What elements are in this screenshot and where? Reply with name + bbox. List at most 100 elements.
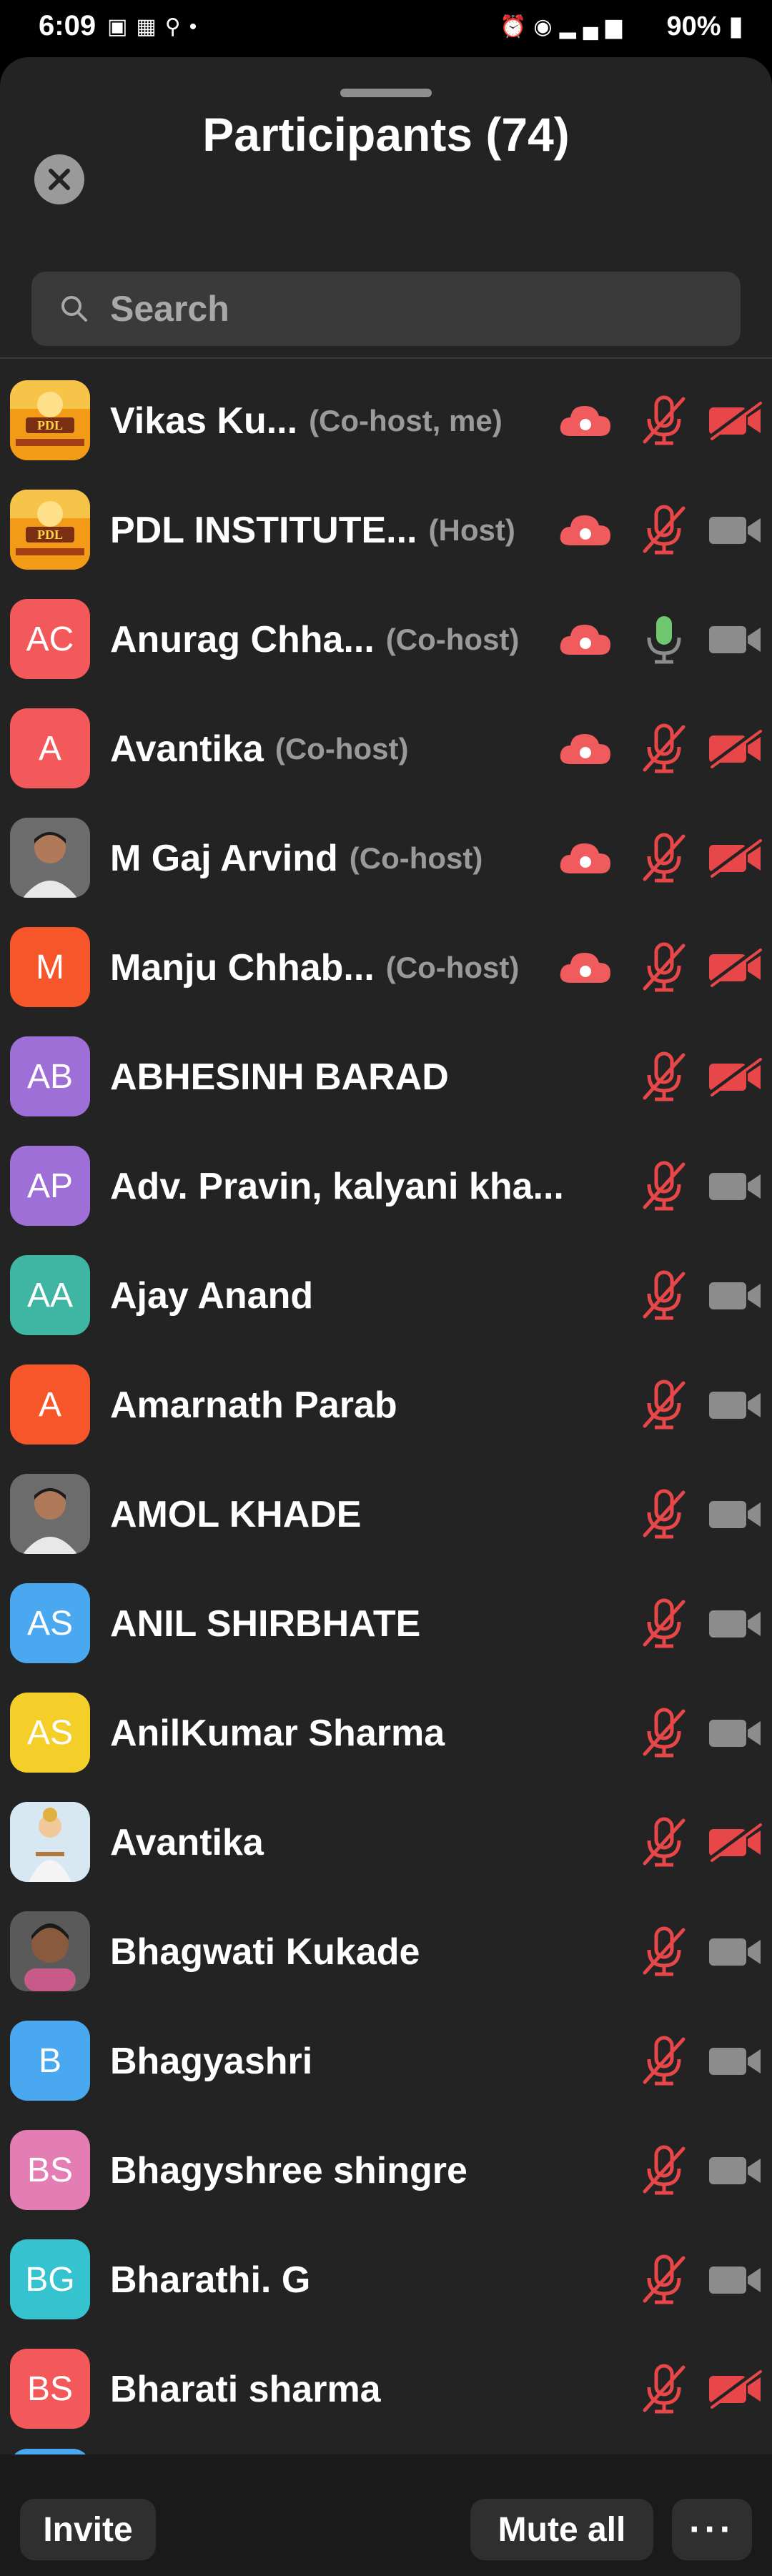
invite-button[interactable]: Invite <box>20 2499 156 2560</box>
participant-name: Anurag Chha... <box>110 618 375 660</box>
list-item[interactable]: PDL Vikas Ku... (Co-host, me) <box>0 366 772 475</box>
mic-muted-icon[interactable] <box>640 723 688 774</box>
list-item[interactable]: A Avantika (Co-host) <box>0 694 772 803</box>
video-off-icon[interactable] <box>706 836 763 879</box>
list-item[interactable]: AS AnilKumar Sharma <box>0 1678 772 1788</box>
mic-muted-icon[interactable] <box>640 2254 688 2305</box>
page-title: Participants (74) <box>202 108 570 161</box>
mic-muted-icon[interactable] <box>640 1160 688 1212</box>
list-item[interactable]: AA Ajay Anand <box>0 1241 772 1350</box>
avatar: AB <box>10 1036 90 1116</box>
search-bar[interactable] <box>31 272 741 346</box>
mic-muted-icon[interactable] <box>640 395 688 446</box>
mic-muted-icon[interactable] <box>640 1488 688 1540</box>
more-options-button[interactable]: ··· <box>672 2499 752 2560</box>
participant-name: AnilKumar Sharma <box>110 1712 445 1754</box>
video-off-icon[interactable] <box>706 727 763 770</box>
list-item[interactable]: A Amarnath Parab <box>0 1350 772 1460</box>
video-icon[interactable] <box>706 2041 763 2081</box>
participant-name: Bhagyashri <box>110 2040 313 2082</box>
video-icon[interactable] <box>706 510 763 550</box>
list-item[interactable]: PDL PDL INSTITUTE... (Host) <box>0 475 772 585</box>
dot-icon: • <box>189 15 206 39</box>
participant-status-icons <box>558 366 772 475</box>
avatar-initials: BS <box>26 2369 74 2408</box>
participant-name-group: Ajay Anand <box>110 1241 313 1350</box>
mic-muted-icon[interactable] <box>640 941 688 993</box>
mic-muted-icon[interactable] <box>640 1707 688 1758</box>
avatar <box>10 1474 90 1554</box>
mic-muted-icon[interactable] <box>640 1379 688 1430</box>
drag-handle[interactable] <box>340 89 432 97</box>
avatar-initials: AS <box>26 1604 74 1643</box>
list-item[interactable]: M Gaj Arvind (Co-host) <box>0 803 772 913</box>
list-item[interactable]: AB ABHESINH BARAD <box>0 1022 772 1131</box>
list-item[interactable]: BS Bharati sharma <box>0 2334 772 2444</box>
mic-muted-icon[interactable] <box>640 2363 688 2414</box>
cloud-recording-icon <box>558 619 612 659</box>
mic-muted-icon[interactable] <box>640 2035 688 2086</box>
participant-name: Ajay Anand <box>110 1274 314 1317</box>
participant-status-icons <box>558 694 772 803</box>
video-icon[interactable] <box>706 1166 763 1206</box>
mic-muted-icon[interactable] <box>640 832 688 883</box>
avatar-initials: AC <box>26 620 74 658</box>
search-input[interactable] <box>110 288 725 330</box>
participant-status-icons <box>558 2006 772 2116</box>
participant-role: (Co-host) <box>349 841 483 875</box>
video-icon[interactable] <box>706 1931 763 1971</box>
mic-muted-icon[interactable] <box>640 504 688 555</box>
participant-name: ANIL SHIRBHATE <box>110 1602 421 1645</box>
participant-name: Bhagwati Kukade <box>110 1931 420 1973</box>
list-item[interactable]: AC Anurag Chha... (Co-host) <box>0 585 772 694</box>
video-icon[interactable] <box>706 2259 763 2299</box>
participant-name: M Gaj Arvind <box>110 837 338 879</box>
avatar <box>10 818 90 898</box>
video-off-icon[interactable] <box>706 946 763 989</box>
list-item[interactable]: B Bhagyashri <box>0 2006 772 2116</box>
avatar: M <box>10 927 90 1007</box>
video-icon[interactable] <box>706 1494 763 1534</box>
mic-muted-icon[interactable] <box>640 1051 688 1102</box>
participant-status-icons <box>558 1897 772 2006</box>
video-off-icon[interactable] <box>706 1055 763 1098</box>
mic-muted-icon[interactable] <box>640 1269 688 1321</box>
list-item[interactable]: AS ANIL SHIRBHATE <box>0 1569 772 1678</box>
video-icon[interactable] <box>706 1275 763 1315</box>
list-item[interactable]: Avantika <box>0 1788 772 1897</box>
participant-status-icons <box>558 585 772 694</box>
participant-status-icons <box>558 1569 772 1678</box>
participant-role: (Host) <box>428 512 515 547</box>
participant-name-group: M Gaj Arvind (Co-host) <box>110 803 482 913</box>
participants-sheet: Participants (74) PDL Vikas Ku... (Co-host… <box>0 57 772 2576</box>
list-item[interactable]: Bhagwati Kukade <box>0 1897 772 2006</box>
mic-muted-icon[interactable] <box>640 1926 688 1977</box>
video-icon[interactable] <box>706 1384 763 1425</box>
participant-role: (Co-host) <box>385 950 520 984</box>
list-item[interactable]: BG Bharathi. G <box>0 2225 772 2334</box>
video-off-icon[interactable] <box>706 1820 763 1863</box>
video-off-icon[interactable] <box>706 2367 763 2410</box>
cloud-recording-icon <box>558 947 612 987</box>
mic-icon[interactable] <box>640 613 688 665</box>
list-item[interactable]: AMOL KHADE <box>0 1460 772 1569</box>
video-icon[interactable] <box>706 2150 763 2190</box>
video-icon[interactable] <box>706 619 763 659</box>
list-item[interactable]: M Manju Chhab... (Co-host) <box>0 913 772 1022</box>
mic-muted-icon[interactable] <box>640 1816 688 1868</box>
video-icon[interactable] <box>706 1713 763 1753</box>
mic-muted-icon[interactable] <box>640 1597 688 1649</box>
mic-muted-icon[interactable] <box>640 2144 688 2196</box>
mute-all-button[interactable]: Mute all <box>470 2499 653 2560</box>
participant-status-icons <box>558 2334 772 2444</box>
avatar-initials: B <box>38 2041 61 2080</box>
close-button[interactable] <box>34 154 84 204</box>
list-item[interactable]: BS Bhagyshree shingre <box>0 2116 772 2225</box>
video-icon[interactable] <box>706 1603 763 1643</box>
participant-name-group: Manju Chhab... (Co-host) <box>110 913 519 1022</box>
participant-name: ABHESINH BARAD <box>110 1056 449 1098</box>
video-off-icon[interactable] <box>706 399 763 442</box>
list-item[interactable]: AP Adv. Pravin, kalyani kha... <box>0 1131 772 1241</box>
cloud-recording-icon <box>558 838 612 878</box>
participant-list: PDL Vikas Ku... (Co-host, me) PDL PDL INSTIT… <box>0 366 772 2444</box>
